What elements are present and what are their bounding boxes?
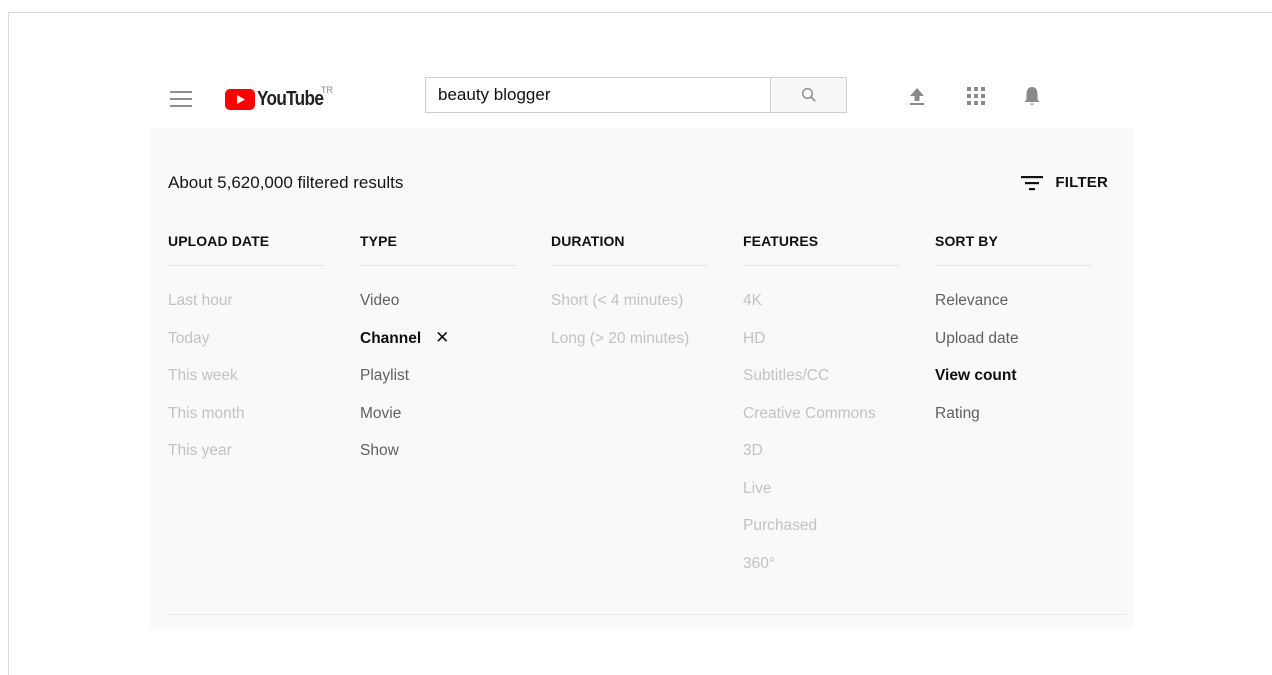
filter-option-label: Purchased xyxy=(743,517,818,534)
apps-icon[interactable] xyxy=(965,85,987,107)
filter-option-label: Subtitles/CC xyxy=(743,367,830,384)
filter-heading-upload-date: UPLOAD DATE xyxy=(168,233,324,266)
search-input[interactable] xyxy=(426,78,746,112)
filter-option-label: Movie xyxy=(360,404,402,422)
filter-heading-type: TYPE xyxy=(360,233,516,266)
filter-options-features: 4K HD Subtitles/CC Creative Commons 3D Live Pu… xyxy=(743,292,899,592)
filter-option[interactable]: Channel ✕ xyxy=(360,329,516,368)
filter-option: Subtitles/CC xyxy=(743,367,899,405)
filter-option[interactable]: Movie xyxy=(360,405,516,443)
filter-option-label: 3D xyxy=(743,442,763,459)
remove-filter-icon[interactable]: ✕ xyxy=(435,329,449,346)
youtube-play-icon xyxy=(225,88,255,110)
filter-heading-duration: DURATION xyxy=(551,233,707,266)
window-border-left xyxy=(8,12,9,675)
filter-option: 4K xyxy=(743,292,899,330)
filter-option-label: Show xyxy=(360,442,399,459)
results-count: About 5,620,000 filtered results xyxy=(168,173,404,192)
filter-option: Live xyxy=(743,480,899,518)
filter-option: Long (> 20 minutes) xyxy=(551,330,707,368)
filter-option-label: Today xyxy=(168,329,210,347)
filter-option-label: Rating xyxy=(935,404,980,422)
filter-option: HD xyxy=(743,330,899,368)
filter-options-duration: Short (< 4 minutes) Long (> 20 minutes) xyxy=(551,292,707,367)
search-icon xyxy=(801,87,816,102)
filter-option: Today xyxy=(168,330,324,368)
filter-options-upload-date: Last hour Today This week This month This ye… xyxy=(168,292,324,480)
filter-column-duration: DURATION Short (< 4 minutes) Long (> 20 mi… xyxy=(551,233,707,367)
upload-icon[interactable] xyxy=(906,85,928,107)
filter-column-type: TYPE Video Channel ✕ Playlist Movie Show xyxy=(360,233,516,480)
filter-button[interactable]: FILTER xyxy=(1021,174,1108,191)
masthead: YouTube TR xyxy=(150,72,1134,126)
filter-option-label: This week xyxy=(168,367,238,384)
filter-column-features: FEATURES 4K HD Subtitles/CC Creative Commons… xyxy=(743,233,899,592)
filter-option-label: Relevance xyxy=(935,292,1009,309)
search-button[interactable] xyxy=(771,77,847,113)
search-filters-panel: About 5,620,000 filtered results FILTER … xyxy=(150,128,1134,628)
panel-divider xyxy=(168,614,1126,615)
filter-option-label: Short (< 4 minutes) xyxy=(551,292,684,309)
filter-option[interactable]: Video xyxy=(360,292,516,330)
filter-option-label: Live xyxy=(743,479,772,497)
filter-option: This week xyxy=(168,367,324,405)
logo-region-code: TR xyxy=(321,85,333,95)
filter-option[interactable]: Show xyxy=(360,442,516,480)
filter-heading-sort-by: SORT BY xyxy=(935,233,1091,266)
filter-icon xyxy=(1021,175,1044,190)
logo-text: YouTube xyxy=(257,87,324,110)
filter-option-label: View count xyxy=(935,367,1017,384)
filter-heading-features: FEATURES xyxy=(743,233,899,266)
filter-option: Short (< 4 minutes) xyxy=(551,292,707,330)
filter-column-sort-by: SORT BY Relevance Upload date View count Rat… xyxy=(935,233,1091,442)
filter-option-label: Creative Commons xyxy=(743,404,876,422)
filter-option: 360° xyxy=(743,555,899,593)
filter-option[interactable]: View count xyxy=(935,367,1091,405)
search-box xyxy=(425,77,771,113)
filter-option: Last hour xyxy=(168,292,324,330)
filter-option-label: 4K xyxy=(743,292,762,309)
filter-label: FILTER xyxy=(1055,174,1108,191)
filter-option-label: HD xyxy=(743,329,766,347)
filter-option-label: 360° xyxy=(743,554,776,572)
filter-options-type: Video Channel ✕ Playlist Movie Show xyxy=(360,292,516,480)
filter-option-label: Long (> 20 minutes) xyxy=(551,329,690,347)
filter-option: Creative Commons xyxy=(743,405,899,443)
notifications-icon[interactable] xyxy=(1021,85,1043,107)
filter-option-label: This year xyxy=(168,442,232,459)
filter-options-sort-by: Relevance Upload date View count Rating xyxy=(935,292,1091,442)
filter-option[interactable]: Rating xyxy=(935,405,1091,443)
filter-option-label: Video xyxy=(360,292,400,309)
filter-option[interactable]: Upload date xyxy=(935,330,1091,368)
menu-icon[interactable] xyxy=(170,89,192,109)
filter-option-label: Last hour xyxy=(168,292,233,309)
filter-option-label: This month xyxy=(168,404,245,422)
filter-column-upload-date: UPLOAD DATE Last hour Today This week This m… xyxy=(168,233,324,480)
filter-option[interactable]: Relevance xyxy=(935,292,1091,330)
filter-option: Purchased xyxy=(743,517,899,555)
filter-option[interactable]: Playlist xyxy=(360,367,516,405)
window-border-top xyxy=(8,12,1272,13)
filter-option-label: Upload date xyxy=(935,329,1019,347)
filter-option-label: Playlist xyxy=(360,367,410,384)
filter-option: This month xyxy=(168,405,324,443)
youtube-logo[interactable]: YouTube TR xyxy=(225,84,334,114)
filter-option: This year xyxy=(168,442,324,480)
filter-option-label: Channel xyxy=(360,329,422,347)
filter-option: 3D xyxy=(743,442,899,480)
